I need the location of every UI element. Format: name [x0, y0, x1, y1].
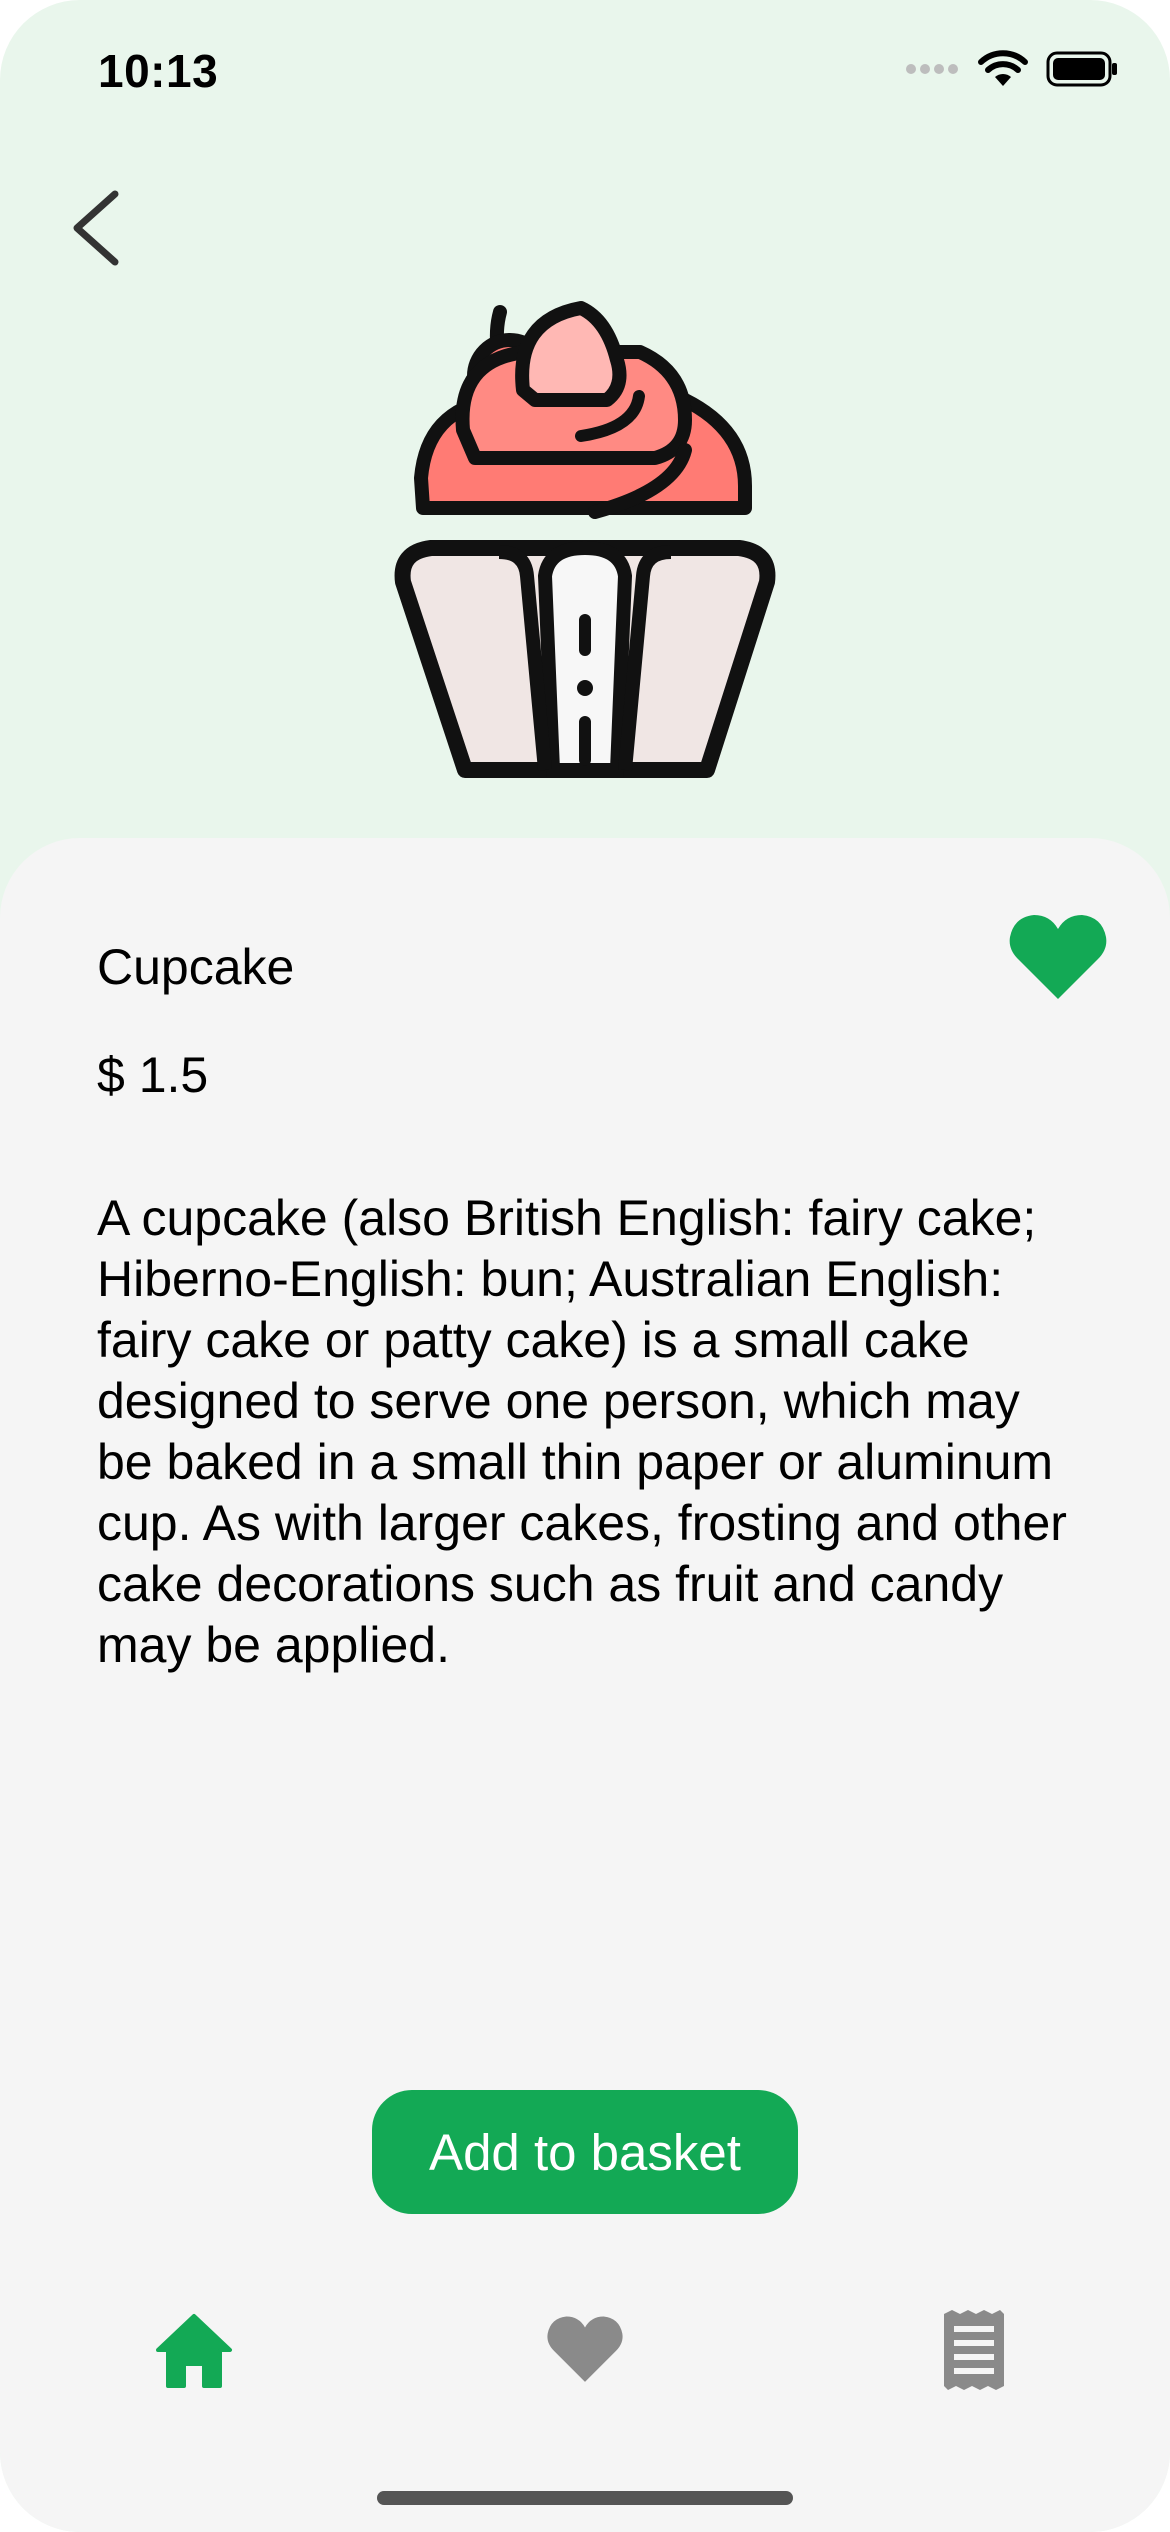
tab-favorites[interactable]	[525, 2292, 645, 2412]
cupcake-icon	[385, 290, 785, 790]
heart-icon	[546, 2315, 624, 2390]
add-to-basket-button[interactable]: Add to basket	[372, 2090, 798, 2214]
signal-icon	[906, 62, 960, 81]
status-icons	[906, 50, 1118, 93]
product-description: A cupcake (also British English: fairy c…	[97, 1190, 1067, 1673]
tab-home[interactable]	[134, 2292, 254, 2412]
product-detail-screen: 10:13 Cupcake $ 1.5 A cupcake (also Brit…	[0, 0, 1170, 2532]
heart-icon	[1008, 915, 1108, 1007]
chevron-left-icon	[67, 188, 123, 273]
wifi-icon	[978, 50, 1028, 93]
product-name: Cupcake	[97, 939, 295, 995]
favorite-button[interactable]	[1008, 913, 1108, 1003]
back-button[interactable]	[60, 180, 130, 280]
home-indicator[interactable]	[377, 2491, 793, 2505]
tab-bar	[0, 2292, 1170, 2412]
product-price: $ 1.5	[97, 1047, 209, 1103]
home-icon	[154, 2312, 234, 2393]
status-time: 10:13	[98, 45, 219, 97]
battery-icon	[1046, 51, 1118, 92]
product-details-sheet: Cupcake $ 1.5 A cupcake (also British En…	[0, 838, 1170, 2532]
tab-orders[interactable]	[914, 2292, 1034, 2412]
receipt-icon	[942, 2309, 1006, 2395]
